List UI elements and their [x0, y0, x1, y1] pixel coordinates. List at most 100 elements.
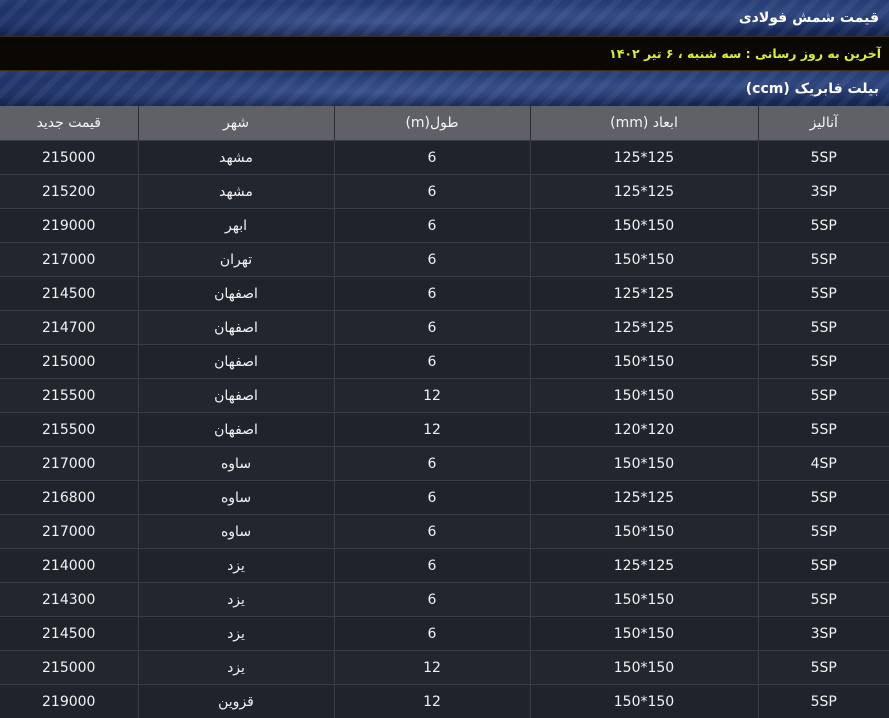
cell-city: یزد [138, 651, 334, 685]
cell-city: ساوه [138, 481, 334, 515]
cell-dimensions: 125*125 [530, 549, 758, 583]
table-row: 5SP125*1256اصفهان214700 [0, 311, 889, 345]
section-header: بیلت فابریک (ccm) [0, 71, 889, 106]
cell-city: اصفهان [138, 277, 334, 311]
cell-length: 6 [334, 447, 530, 481]
table-row: 5SP125*1256یزد214000 [0, 549, 889, 583]
cell-length: 12 [334, 413, 530, 447]
column-header-length: طول(m) [334, 106, 530, 141]
cell-price: 214500 [0, 617, 138, 651]
cell-city: یزد [138, 617, 334, 651]
cell-analysis: 5SP [758, 515, 889, 549]
cell-dimensions: 150*150 [530, 617, 758, 651]
cell-length: 6 [334, 209, 530, 243]
cell-analysis: 5SP [758, 379, 889, 413]
cell-dimensions: 150*150 [530, 209, 758, 243]
cell-analysis: 5SP [758, 141, 889, 175]
table-row: 5SP150*1506ساوه217000 [0, 515, 889, 549]
column-header-dimensions: ابعاد (mm) [530, 106, 758, 141]
cell-length: 6 [334, 515, 530, 549]
cell-analysis: 5SP [758, 243, 889, 277]
cell-city: تهران [138, 243, 334, 277]
cell-city: مشهد [138, 175, 334, 209]
cell-city: اصفهان [138, 413, 334, 447]
cell-length: 12 [334, 651, 530, 685]
update-text: آخرین به روز رسانی : سه شنبه ، ۶ تیر ۱۴۰… [609, 46, 881, 61]
cell-length: 6 [334, 311, 530, 345]
cell-analysis: 5SP [758, 209, 889, 243]
cell-dimensions: 125*125 [530, 175, 758, 209]
cell-analysis: 3SP [758, 175, 889, 209]
cell-price: 215500 [0, 413, 138, 447]
cell-city: ساوه [138, 447, 334, 481]
table-row: 5SP120*12012اصفهان215500 [0, 413, 889, 447]
cell-length: 6 [334, 583, 530, 617]
update-banner: آخرین به روز رسانی : سه شنبه ، ۶ تیر ۱۴۰… [0, 36, 889, 71]
cell-length: 6 [334, 617, 530, 651]
cell-price: 215000 [0, 651, 138, 685]
cell-city: قزوین [138, 685, 334, 718]
cell-length: 6 [334, 243, 530, 277]
cell-dimensions: 150*150 [530, 685, 758, 718]
cell-dimensions: 150*150 [530, 515, 758, 549]
cell-price: 214300 [0, 583, 138, 617]
cell-analysis: 5SP [758, 583, 889, 617]
cell-analysis: 5SP [758, 549, 889, 583]
cell-city: اصفهان [138, 379, 334, 413]
table-row: 3SP150*1506یزد214500 [0, 617, 889, 651]
cell-analysis: 4SP [758, 447, 889, 481]
cell-dimensions: 125*125 [530, 481, 758, 515]
cell-length: 6 [334, 549, 530, 583]
table-header-row: آنالیز ابعاد (mm) طول(m) شهر قیمت جدید [0, 106, 889, 141]
column-header-city: شهر [138, 106, 334, 141]
cell-price: 219000 [0, 209, 138, 243]
cell-price: 214700 [0, 311, 138, 345]
cell-city: اصفهان [138, 311, 334, 345]
cell-price: 217000 [0, 243, 138, 277]
cell-price: 219000 [0, 685, 138, 718]
cell-analysis: 5SP [758, 311, 889, 345]
cell-price: 214500 [0, 277, 138, 311]
cell-length: 12 [334, 379, 530, 413]
table-row: 5SP150*1506اصفهان215000 [0, 345, 889, 379]
cell-city: یزد [138, 583, 334, 617]
cell-city: اصفهان [138, 345, 334, 379]
table-body: 5SP125*1256مشهد2150003SP125*1256مشهد2152… [0, 141, 889, 718]
cell-analysis: 5SP [758, 685, 889, 718]
cell-dimensions: 150*150 [530, 379, 758, 413]
price-table: آنالیز ابعاد (mm) طول(m) شهر قیمت جدید 5… [0, 106, 889, 718]
page-title: قیمت شمش فولادی [739, 10, 879, 26]
section-title: بیلت فابریک (ccm) [746, 81, 879, 97]
cell-analysis: 5SP [758, 651, 889, 685]
cell-dimensions: 150*150 [530, 583, 758, 617]
table-row: 5SP150*1506تهران217000 [0, 243, 889, 277]
table-row: 5SP150*15012اصفهان215500 [0, 379, 889, 413]
cell-price: 217000 [0, 515, 138, 549]
table-row: 5SP150*1506ابهر219000 [0, 209, 889, 243]
cell-length: 6 [334, 175, 530, 209]
table-row: 5SP125*1256مشهد215000 [0, 141, 889, 175]
table-row: 5SP150*15012قزوین219000 [0, 685, 889, 718]
cell-price: 216800 [0, 481, 138, 515]
cell-dimensions: 125*125 [530, 141, 758, 175]
cell-price: 215200 [0, 175, 138, 209]
table-row: 4SP150*1506ساوه217000 [0, 447, 889, 481]
cell-length: 6 [334, 481, 530, 515]
cell-analysis: 5SP [758, 277, 889, 311]
page-header: قیمت شمش فولادی [0, 0, 889, 36]
cell-city: مشهد [138, 141, 334, 175]
cell-dimensions: 150*150 [530, 243, 758, 277]
column-header-price: قیمت جدید [0, 106, 138, 141]
table-row: 5SP150*1506یزد214300 [0, 583, 889, 617]
cell-length: 6 [334, 345, 530, 379]
cell-dimensions: 150*150 [530, 345, 758, 379]
column-header-analysis: آنالیز [758, 106, 889, 141]
cell-dimensions: 125*125 [530, 277, 758, 311]
table-row: 5SP125*1256اصفهان214500 [0, 277, 889, 311]
table-row: 3SP125*1256مشهد215200 [0, 175, 889, 209]
cell-price: 215000 [0, 345, 138, 379]
cell-analysis: 5SP [758, 345, 889, 379]
cell-price: 214000 [0, 549, 138, 583]
cell-city: ساوه [138, 515, 334, 549]
cell-price: 215500 [0, 379, 138, 413]
